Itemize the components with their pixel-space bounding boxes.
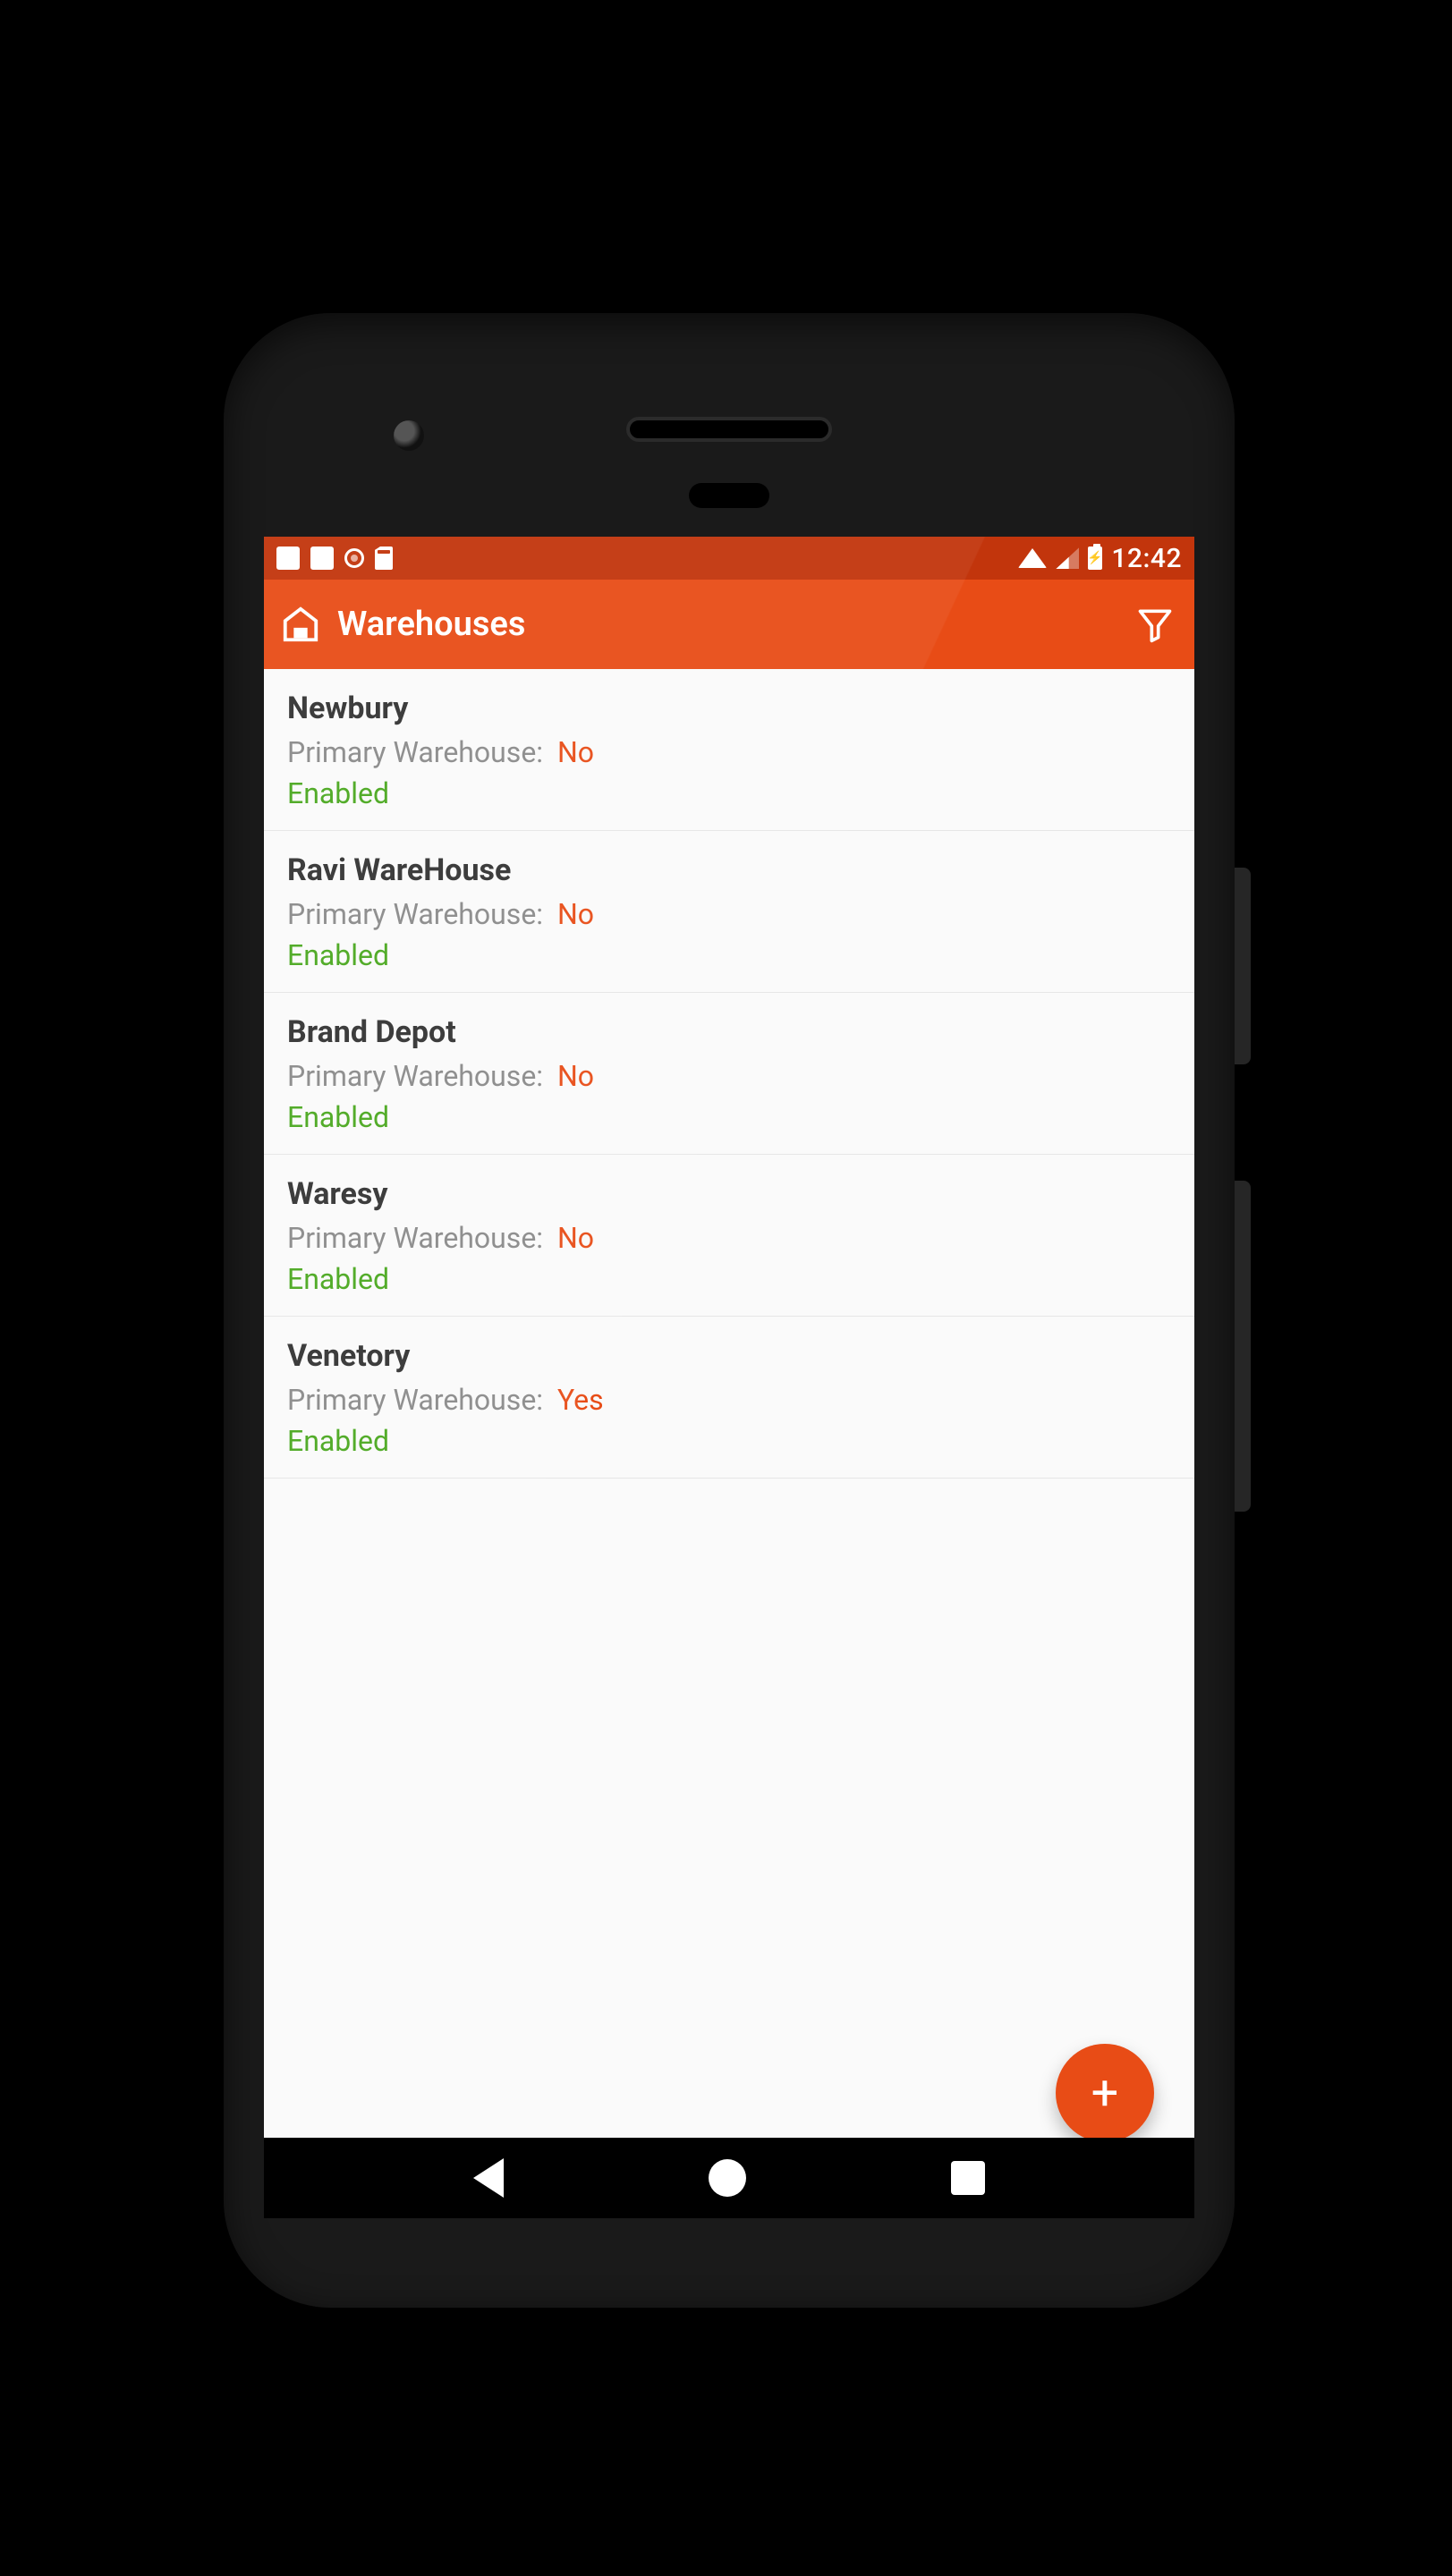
primary-line: Primary Warehouse: No <box>287 735 1171 769</box>
warehouse-icon <box>280 604 321 645</box>
notification-icon <box>310 547 334 570</box>
sensor-pill <box>689 483 769 508</box>
list-item[interactable]: Newbury Primary Warehouse: No Enabled <box>264 669 1194 831</box>
primary-label: Primary Warehouse: <box>287 735 543 769</box>
primary-value: No <box>557 1221 594 1255</box>
primary-value: No <box>557 1059 594 1093</box>
primary-label: Primary Warehouse: <box>287 897 543 931</box>
list-item[interactable]: Waresy Primary Warehouse: No Enabled <box>264 1155 1194 1317</box>
volume-button <box>1235 1181 1251 1512</box>
front-camera <box>394 420 424 451</box>
power-button <box>1235 868 1251 1064</box>
warehouse-name: Ravi WareHouse <box>287 852 1171 888</box>
recents-button[interactable] <box>951 2161 985 2195</box>
back-button[interactable] <box>473 2158 504 2198</box>
primary-value: No <box>557 897 594 931</box>
battery-charging-icon <box>1088 547 1102 570</box>
status-text: Enabled <box>287 1424 1171 1458</box>
status-text: Enabled <box>287 776 1171 810</box>
status-bar: 12:42 <box>264 537 1194 580</box>
filter-icon[interactable] <box>1135 605 1175 644</box>
primary-line: Primary Warehouse: No <box>287 1221 1171 1255</box>
status-text: Enabled <box>287 938 1171 972</box>
primary-value: No <box>557 735 594 769</box>
status-text: Enabled <box>287 1262 1171 1296</box>
clock-text: 12:42 <box>1111 543 1182 574</box>
primary-line: Primary Warehouse: No <box>287 897 1171 931</box>
list-item[interactable]: Brand Depot Primary Warehouse: No Enable… <box>264 993 1194 1155</box>
recording-icon <box>344 548 364 568</box>
page-title: Warehouses <box>337 605 525 644</box>
warehouse-name: Newbury <box>287 691 1171 726</box>
home-button[interactable] <box>709 2159 746 2197</box>
notification-icon <box>276 547 300 570</box>
phone-body: 12:42 Warehouses <box>224 313 1235 2308</box>
android-nav-bar <box>264 2138 1194 2218</box>
primary-label: Primary Warehouse: <box>287 1383 543 1417</box>
app-bar: Warehouses <box>264 580 1194 669</box>
primary-line: Primary Warehouse: No <box>287 1059 1171 1093</box>
list-item[interactable]: Ravi WareHouse Primary Warehouse: No Ena… <box>264 831 1194 993</box>
list-item[interactable]: Venetory Primary Warehouse: Yes Enabled <box>264 1317 1194 1479</box>
device-frame-stage: 12:42 Warehouses <box>0 0 1452 2576</box>
primary-label: Primary Warehouse: <box>287 1221 543 1255</box>
speaker <box>626 417 832 442</box>
plus-icon: + <box>1091 2065 1119 2122</box>
warehouse-name: Waresy <box>287 1176 1171 1212</box>
cell-signal-icon <box>1056 547 1079 569</box>
add-button[interactable]: + <box>1056 2044 1154 2142</box>
sd-card-icon <box>375 547 393 570</box>
primary-value: Yes <box>557 1383 604 1417</box>
wifi-icon <box>1018 548 1047 568</box>
warehouse-name: Venetory <box>287 1338 1171 1374</box>
screen: 12:42 Warehouses <box>264 537 1194 2218</box>
status-text: Enabled <box>287 1100 1171 1134</box>
primary-label: Primary Warehouse: <box>287 1059 543 1093</box>
warehouse-list: Newbury Primary Warehouse: No Enabled Ra… <box>264 669 1194 1479</box>
primary-line: Primary Warehouse: Yes <box>287 1383 1171 1417</box>
warehouse-name: Brand Depot <box>287 1014 1171 1050</box>
